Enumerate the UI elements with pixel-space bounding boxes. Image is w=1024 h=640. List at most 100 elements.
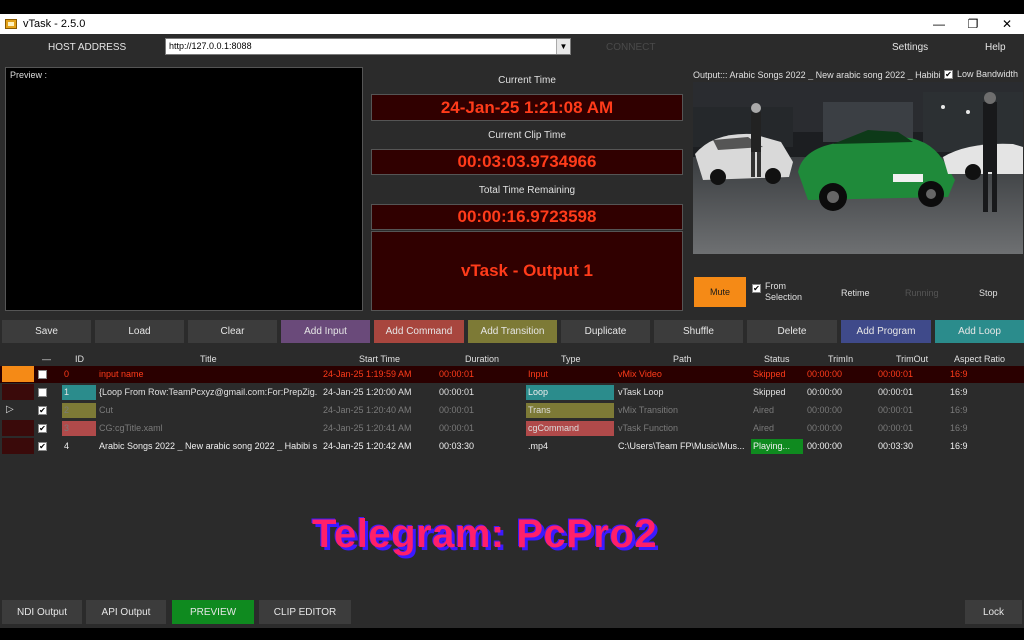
row-color-marker — [2, 384, 34, 400]
cell-path: vMix Video — [618, 369, 662, 379]
cell-duration: 00:00:01 — [439, 423, 475, 433]
cell-trimout: 00:00:01 — [878, 387, 914, 397]
cell-path: vTask Function — [618, 423, 679, 433]
retime-button[interactable]: Retime — [841, 288, 870, 298]
col-start-time[interactable]: Start Time — [359, 354, 400, 364]
cell-trimout: 00:00:01 — [878, 405, 914, 415]
clip-time-display: 00:03:03.9734966 — [371, 149, 683, 175]
remaining-time-label: Total Time Remaining — [478, 185, 576, 196]
title-bar: vTask - 2.5.0 — ❐ ✕ — [0, 14, 1024, 34]
lock-button[interactable]: Lock — [965, 600, 1022, 624]
host-address-value: http://127.0.0.1:8088 — [169, 41, 252, 51]
cell-trimin: 00:00:00 — [807, 423, 843, 433]
load-button[interactable]: Load — [95, 320, 184, 343]
low-bandwidth-label: Low Bandwidth — [957, 69, 1019, 79]
current-time-display: 24-Jan-25 1:21:08 AM — [371, 94, 683, 121]
cell-status: Aired — [753, 423, 775, 433]
row-checkbox[interactable]: ✔ — [38, 442, 47, 451]
tab-preview[interactable]: PREVIEW — [172, 600, 254, 624]
tab-ndi-output[interactable]: NDI Output — [2, 600, 82, 624]
chevron-down-icon[interactable]: ▼ — [556, 39, 570, 54]
settings-menu[interactable]: Settings — [892, 42, 928, 53]
add-input-button[interactable]: Add Input — [281, 320, 370, 343]
shuffle-button[interactable]: Shuffle — [654, 320, 743, 343]
cell-start: 24-Jan-25 1:20:42 AM — [323, 441, 412, 451]
cell-type: Input — [528, 369, 549, 379]
cell-path: vMix Transition — [618, 405, 679, 415]
cell-path: vTask Loop — [618, 387, 664, 397]
task-grid: — ID Title Start Time Duration Type Path… — [0, 353, 1024, 593]
row-checkbox[interactable]: ✔ — [38, 406, 47, 415]
col-status[interactable]: Status — [764, 354, 790, 364]
cell-id: 1 — [64, 387, 70, 397]
col-select[interactable]: — — [42, 354, 51, 364]
preview-panel: Preview : — [5, 67, 363, 311]
row-checkbox[interactable] — [38, 370, 47, 379]
checkbox-icon[interactable]: ✔ — [752, 284, 761, 293]
output-video — [693, 82, 1023, 254]
from-selection-label: From Selection — [765, 281, 803, 302]
stop-button[interactable]: Stop — [979, 288, 998, 298]
cell-title: input name — [99, 369, 144, 379]
row-color-marker — [2, 366, 34, 382]
save-button[interactable]: Save — [2, 320, 91, 343]
cell-trimout: 00:03:30 — [878, 441, 914, 451]
host-address-combobox[interactable]: http://127.0.0.1:8088 ▼ — [165, 38, 571, 55]
cell-trimout: 00:00:01 — [878, 423, 914, 433]
checkbox-icon[interactable]: ✔ — [944, 69, 953, 79]
delete-button[interactable]: Delete — [747, 320, 837, 343]
table-row[interactable]: ✔ 4 Arabic Songs 2022 _ New arabic song … — [0, 438, 1024, 455]
cell-type: cgCommand — [526, 421, 614, 436]
mute-button[interactable]: Mute — [694, 277, 746, 307]
table-row[interactable]: 0 input name 24-Jan-25 1:19:59 AM 00:00:… — [0, 366, 1024, 383]
row-color-marker — [2, 438, 34, 454]
cell-id: 4 — [64, 441, 70, 451]
cell-aspect: 16:9 — [950, 405, 968, 415]
cell-status: Aired — [753, 405, 775, 415]
minimize-button[interactable]: — — [922, 14, 956, 34]
add-transition-button[interactable]: Add Transition — [468, 320, 557, 343]
cell-title: CG:cgTitle.xaml — [99, 423, 163, 433]
col-type[interactable]: Type — [561, 354, 581, 364]
cell-aspect: 16:9 — [950, 441, 968, 451]
add-loop-button[interactable]: Add Loop — [935, 320, 1024, 343]
add-command-button[interactable]: Add Command — [374, 320, 464, 343]
tab-api-output[interactable]: API Output — [86, 600, 166, 624]
col-path[interactable]: Path — [673, 354, 692, 364]
time-panel: Current Time 24-Jan-25 1:21:08 AM Curren… — [369, 67, 685, 311]
table-row[interactable]: ▷ ✔ 2 Cut 24-Jan-25 1:20:40 AM 00:00:01 … — [0, 402, 1024, 419]
table-row[interactable]: ✔ 3 CG:cgTitle.xaml 24-Jan-25 1:20:41 AM… — [0, 420, 1024, 437]
col-trimout[interactable]: TrimOut — [896, 354, 928, 364]
col-title[interactable]: Title — [200, 354, 217, 364]
cell-duration: 00:00:01 — [439, 387, 475, 397]
action-toolbar: Save Load Clear Add Input Add Command Ad… — [0, 320, 1024, 344]
cell-duration: 00:00:01 — [439, 369, 475, 379]
col-id[interactable]: ID — [75, 354, 84, 364]
low-bandwidth-toggle[interactable]: ✔ Low Bandwidth — [944, 69, 1018, 79]
cell-id: 2 — [64, 405, 70, 415]
clear-button[interactable]: Clear — [188, 320, 277, 343]
add-program-button[interactable]: Add Program — [841, 320, 931, 343]
tab-clip-editor[interactable]: CLIP EDITOR — [259, 600, 351, 624]
preview-label: Preview : — [10, 70, 48, 80]
cell-id: 3 — [64, 423, 70, 433]
connect-button[interactable]: CONNECT — [606, 42, 655, 53]
close-button[interactable]: ✕ — [990, 14, 1024, 34]
grid-header: — ID Title Start Time Duration Type Path… — [0, 353, 1024, 366]
maximize-button[interactable]: ❐ — [956, 14, 990, 34]
col-aspect[interactable]: Aspect Ratio — [954, 354, 1005, 364]
cell-type: Trans — [526, 403, 614, 418]
row-checkbox[interactable] — [38, 388, 47, 397]
running-button[interactable]: Running — [905, 288, 939, 298]
col-duration[interactable]: Duration — [465, 354, 499, 364]
cell-trimin: 00:00:00 — [807, 387, 843, 397]
cell-id: 0 — [64, 369, 70, 379]
col-trimin[interactable]: TrimIn — [828, 354, 853, 364]
help-menu[interactable]: Help — [985, 42, 1006, 53]
from-selection-toggle[interactable]: ✔ From Selection — [752, 281, 815, 303]
row-checkbox[interactable]: ✔ — [38, 424, 47, 433]
table-row[interactable]: 1 {Loop From Row:TeamPcxyz@gmail.com:For… — [0, 384, 1024, 401]
duplicate-button[interactable]: Duplicate — [561, 320, 650, 343]
bottom-tab-bar: NDI Output API Output PREVIEW CLIP EDITO… — [0, 596, 1024, 628]
cell-type: Loop — [526, 385, 614, 400]
